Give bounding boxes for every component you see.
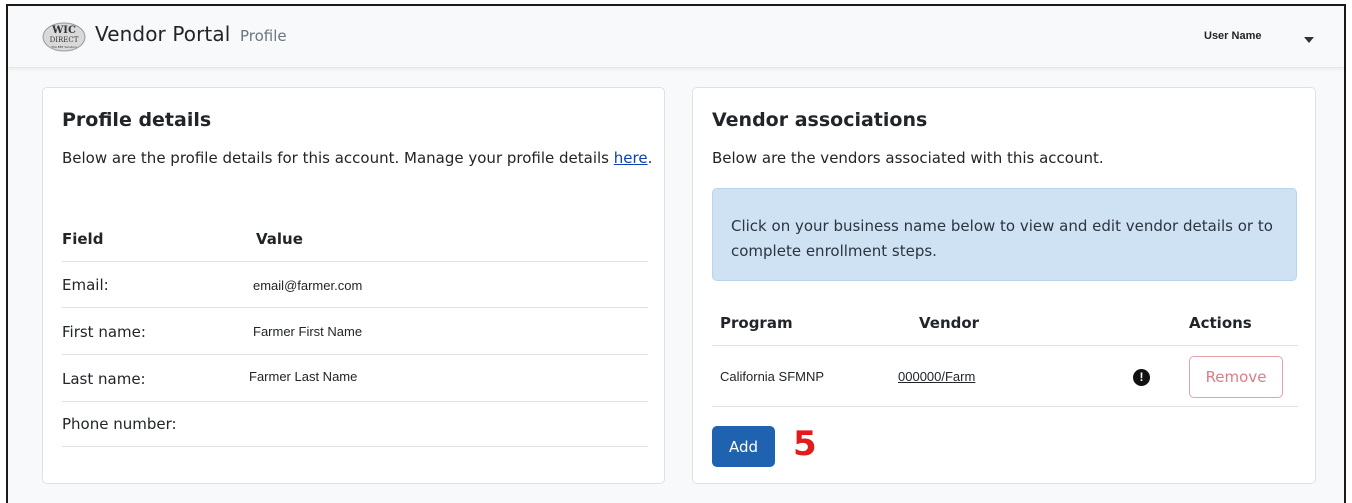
svg-text:The EBT Solution: The EBT Solution: [50, 45, 77, 49]
step-marker: 5: [793, 424, 817, 464]
vendor-associations-description: Below are the vendors associated with th…: [712, 149, 1104, 167]
profile-details-description: Below are the profile details for this a…: [62, 149, 653, 167]
remove-button[interactable]: Remove: [1189, 356, 1283, 398]
field-label-email: Email:: [62, 276, 109, 294]
table-divider: [62, 446, 648, 447]
table-divider: [62, 307, 648, 308]
exclamation-icon[interactable]: !: [1133, 369, 1150, 386]
column-header-program: Program: [720, 314, 793, 332]
user-menu-label[interactable]: User Name: [1204, 30, 1261, 42]
column-header-value: Value: [256, 230, 303, 248]
table-divider: [712, 345, 1298, 346]
svg-text:WIC: WIC: [51, 25, 76, 36]
info-alert: Click on your business name below to vie…: [712, 188, 1297, 281]
table-divider: [712, 406, 1298, 407]
add-button[interactable]: Add: [712, 426, 775, 467]
column-header-field: Field: [62, 230, 104, 248]
field-value-last-name: Farmer Last Name: [249, 369, 358, 384]
field-label-phone-number: Phone number:: [62, 415, 177, 433]
profile-details-title: Profile details: [62, 109, 212, 131]
info-alert-text: Click on your business name below to vie…: [731, 217, 1273, 260]
column-header-vendor: Vendor: [919, 314, 980, 332]
vendor-link[interactable]: 000000/Farm: [898, 369, 975, 384]
page-subtitle: Profile: [240, 27, 287, 45]
program-name: California SFMNP: [720, 369, 825, 384]
manage-profile-link[interactable]: here: [614, 149, 648, 167]
table-divider: [62, 354, 648, 355]
svg-text:DIRECT: DIRECT: [50, 36, 79, 44]
profile-details-card: Profile details Below are the profile de…: [42, 87, 665, 484]
vendor-associations-card: Vendor associations Below are the vendor…: [692, 87, 1316, 484]
top-navbar: WIC DIRECT The EBT Solution Vendor Porta…: [8, 6, 1344, 68]
table-divider: [62, 401, 648, 402]
chevron-down-icon[interactable]: [1304, 37, 1314, 43]
brand-title[interactable]: Vendor Portal: [95, 22, 230, 46]
field-label-last-name: Last name:: [62, 370, 146, 388]
table-divider: [62, 261, 648, 262]
vendor-associations-title: Vendor associations: [712, 109, 928, 131]
wic-direct-logo: WIC DIRECT The EBT Solution: [42, 22, 86, 52]
field-label-first-name: First name:: [62, 323, 146, 341]
column-header-actions: Actions: [1189, 314, 1252, 332]
field-value-email: email@farmer.com: [253, 278, 363, 293]
field-value-first-name: Farmer First Name: [253, 324, 363, 339]
